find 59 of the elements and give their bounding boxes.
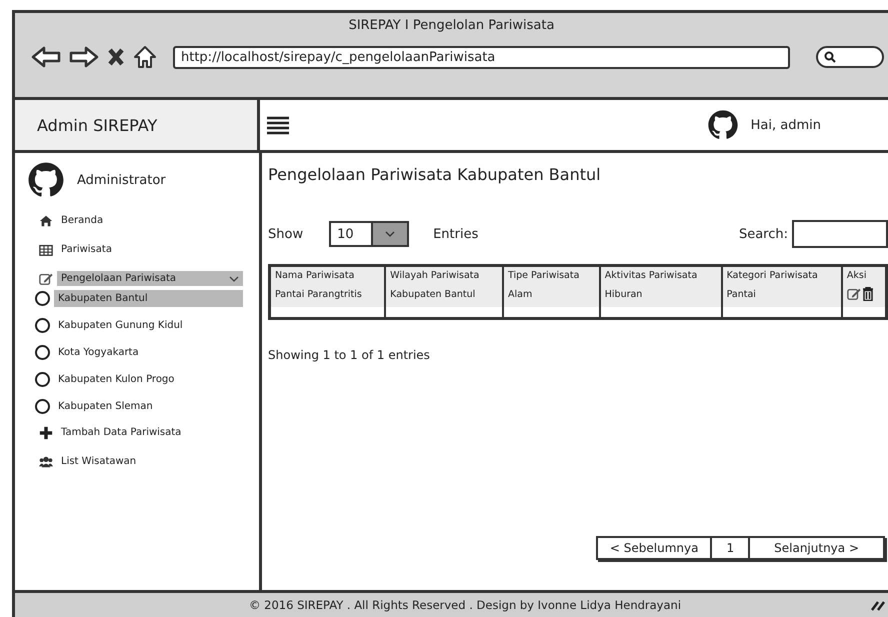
search-label: Search:	[738, 226, 788, 242]
column-header: Aksi	[842, 266, 886, 284]
sidebar-subitem[interactable]: Kota Yogyakarta	[54, 344, 243, 361]
radio-icon	[35, 372, 50, 387]
forward-icon[interactable]	[69, 46, 99, 68]
user-greeting[interactable]: Hai, admin	[750, 118, 821, 132]
chevron-down-icon	[229, 276, 239, 282]
entries-summary: Showing 1 to 1 of 1 entries	[268, 348, 431, 362]
radio-icon	[35, 399, 50, 414]
menu-icon[interactable]	[266, 115, 290, 135]
page-button[interactable]: 1	[710, 538, 750, 558]
show-label: Show	[268, 226, 304, 242]
column-header: Wilayah Pariwisata	[385, 266, 503, 284]
home-icon[interactable]	[133, 45, 157, 69]
sidebar-subitem[interactable]: Kabupaten Bantul	[54, 290, 243, 307]
resize-grip-icon	[870, 599, 886, 611]
column-header: Nama Pariwisata	[270, 266, 386, 284]
plus-icon	[39, 426, 53, 440]
radio-icon	[35, 318, 50, 333]
sidebar-subitem[interactable]: Kabupaten Sleman	[54, 398, 243, 415]
sidebar-item[interactable]: Pengelolaan Pariwisata	[57, 271, 243, 286]
table-cell: Pantai	[722, 284, 842, 318]
url-field[interactable]: http://localhost/sirepay/c_pengelolaanPariwisata	[173, 46, 790, 68]
radio-icon	[35, 345, 50, 360]
search-field[interactable]	[816, 46, 884, 68]
edit-icon[interactable]	[846, 287, 861, 301]
search-field[interactable]	[792, 220, 888, 248]
sidebar-item[interactable]: Beranda	[57, 213, 243, 228]
page-size-dropdown[interactable]: 10	[329, 221, 410, 247]
sidebar-item[interactable]: Pariwisata	[57, 242, 243, 257]
column-header: Aktivitas Pariwisata	[600, 266, 722, 284]
users-icon	[39, 454, 53, 468]
column-header: Tipe Pariwisata	[502, 266, 600, 284]
close-icon[interactable]	[107, 47, 125, 67]
user-name: Administrator	[77, 172, 166, 188]
sidebar-item[interactable]: List Wisatawan	[57, 454, 243, 469]
trash-icon[interactable]	[862, 287, 874, 301]
chevron-icon	[385, 231, 396, 237]
radio-icon	[35, 291, 50, 306]
sidebar-subitem[interactable]: Kabupaten Kulon Progo	[54, 371, 243, 388]
home-icon	[39, 214, 53, 228]
column-header: Kategori Pariwisata	[722, 266, 842, 284]
window-title: SIREPAY I Pengelolan Pariwisata	[348, 18, 554, 33]
edit-icon	[39, 272, 53, 286]
footer-text: © 2016 SIREPAY . All Rights Reserved . Design by Ivonne Lidya Hendrayani	[249, 598, 682, 612]
table-cell: Alam	[502, 284, 600, 318]
table-cell: Hiburan	[600, 284, 722, 318]
table-cell: Pantai Parangtritis	[270, 284, 386, 318]
page-title: Pengelolaan Pariwisata Kabupaten Bantul	[268, 165, 602, 184]
table-icon	[39, 242, 53, 256]
search-icon	[824, 51, 836, 63]
avatar-icon	[27, 161, 65, 199]
avatar-icon	[706, 109, 739, 141]
back-icon[interactable]	[31, 46, 61, 68]
brand-title: Admin SIREPAY	[37, 116, 158, 134]
sidebar-item[interactable]: Tambah Data Pariwisata	[57, 425, 243, 440]
sidebar-subitem[interactable]: Kabupaten Gunung Kidul	[54, 317, 243, 334]
entries-label: Entries	[433, 226, 478, 242]
table-cell: Kabupaten Bantul	[385, 284, 503, 318]
